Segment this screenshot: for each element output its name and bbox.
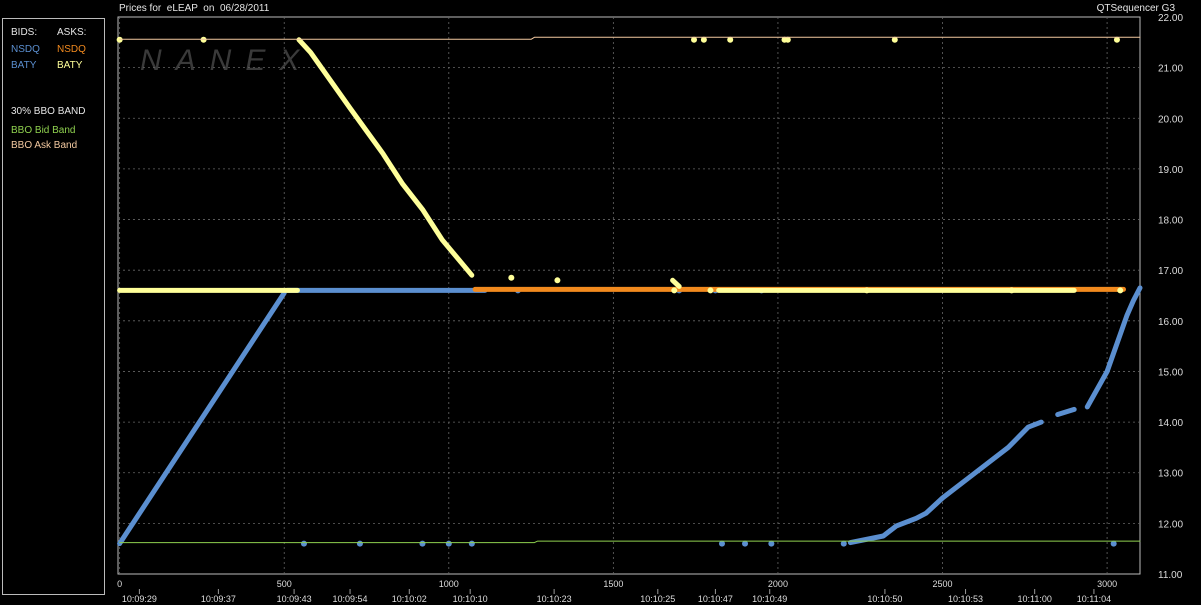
x-tick-label: 1000 xyxy=(439,579,459,589)
time-label: 10:10:10 xyxy=(453,594,488,604)
time-label: 10:09:29 xyxy=(122,594,157,604)
time-label: 10:09:37 xyxy=(201,594,236,604)
y-tick-label: 21.00 xyxy=(1158,64,1183,75)
y-tick-label: 17.00 xyxy=(1158,266,1183,277)
series-baty-ask-point xyxy=(707,287,714,294)
y-tick-label: 13.00 xyxy=(1158,469,1183,480)
x-tick-label: 3000 xyxy=(1097,579,1117,589)
series-baty-ask-point xyxy=(1117,287,1124,294)
plot-area xyxy=(117,16,1141,575)
watermark: NANEX xyxy=(140,44,313,77)
time-label: 10:10:02 xyxy=(392,594,427,604)
time-label: 10:09:43 xyxy=(277,594,312,604)
x-tick-label: 1500 xyxy=(603,579,623,589)
time-label: 10:10:49 xyxy=(752,594,787,604)
x-tick-label: 2500 xyxy=(932,579,952,589)
y-tick-label: 12.00 xyxy=(1158,519,1183,530)
series-baty-ask-point xyxy=(863,287,870,294)
time-label: 10:10:47 xyxy=(698,594,733,604)
x-tick-label: 2000 xyxy=(768,579,788,589)
x-tick-label: 500 xyxy=(277,579,292,589)
series-baty-ask-point xyxy=(671,287,678,294)
y-tick-label: 22.00 xyxy=(1158,13,1183,24)
price-chart: NANEX 11.00 12.00 13.00 14.00 15.00 16.00 17.00… xyxy=(116,13,1183,604)
series-nsdq-bid-point xyxy=(300,540,307,547)
series-baty-ask-point xyxy=(508,274,515,281)
y-tick-label: 16.00 xyxy=(1158,317,1183,328)
y-tick-label: 14.00 xyxy=(1158,418,1183,429)
series-nsdq-bid-point xyxy=(419,540,426,547)
time-label: 10:11:04 xyxy=(1077,594,1111,604)
series-baty-ask-point xyxy=(554,277,561,284)
series-nsdq-bid-point xyxy=(356,540,363,547)
x-tick-label: 0 xyxy=(117,579,122,589)
time-label: 10:10:25 xyxy=(640,594,675,604)
y-tick-label: 15.00 xyxy=(1158,367,1183,378)
time-label: 10:10:53 xyxy=(948,594,983,604)
y-tick-label: 11.00 xyxy=(1158,570,1183,581)
y-tick-label: 20.00 xyxy=(1158,114,1183,125)
time-label: 10:10:23 xyxy=(537,594,572,604)
series-nsdq-bid-point xyxy=(445,540,452,547)
time-label: 10:10:50 xyxy=(867,594,902,604)
series-nsdq-bid-point xyxy=(468,540,475,547)
series-baty-ask-point xyxy=(1008,287,1015,294)
y-tick-label: 18.00 xyxy=(1158,216,1183,227)
time-label: 10:11:00 xyxy=(1017,594,1051,604)
time-label: 10:09:54 xyxy=(333,594,368,604)
y-tick-label: 19.00 xyxy=(1158,165,1183,176)
